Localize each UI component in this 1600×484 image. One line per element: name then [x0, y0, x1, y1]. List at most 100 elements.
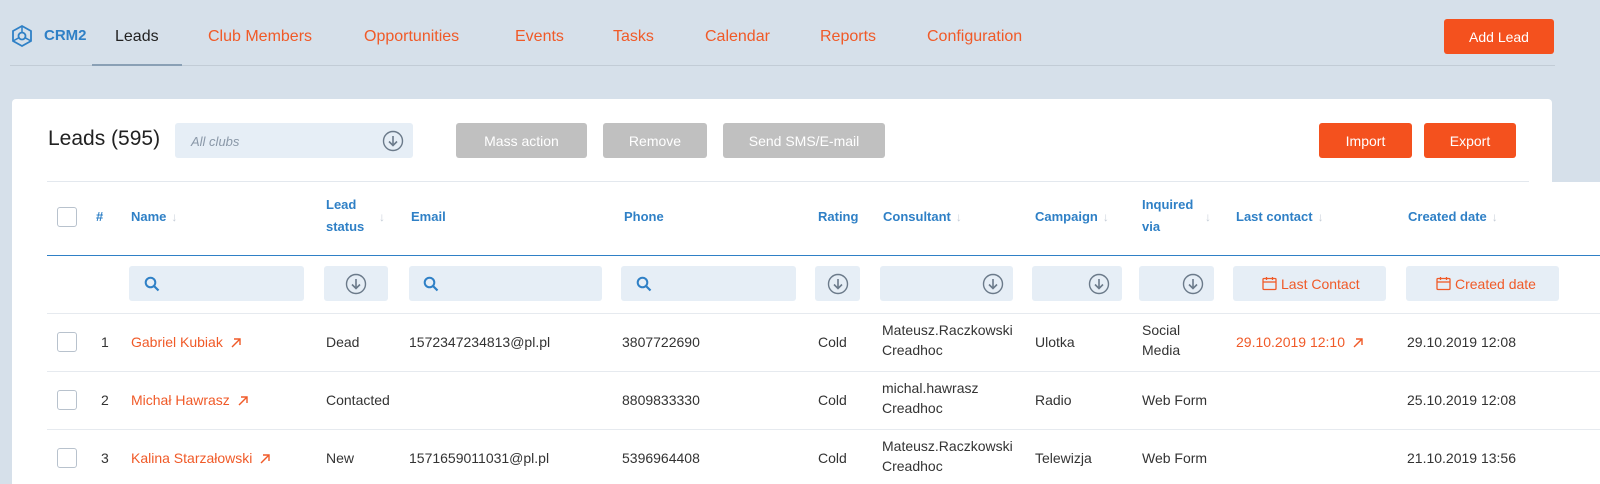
header-name-label: Name	[131, 209, 167, 224]
row-number: 2	[101, 392, 109, 408]
lead-name-link[interactable]: Gabriel Kubiak	[131, 334, 241, 351]
add-lead-button[interactable]: Add Lead	[1444, 19, 1554, 54]
lead-name-link[interactable]: Michał Hawrasz	[131, 392, 248, 409]
select-all-checkbox[interactable]	[57, 207, 77, 227]
header-inquired-line1: Inquired	[1142, 197, 1194, 212]
header-inquired-line2: via	[1142, 219, 1161, 234]
lead-phone: 5396964408	[622, 450, 700, 466]
calendar-icon	[1436, 276, 1451, 296]
nav-configuration[interactable]: Configuration	[927, 28, 1022, 46]
name-search-input[interactable]	[129, 266, 304, 301]
consultant-username: Mateusz.Raczkowski	[882, 438, 1013, 454]
header-name[interactable]: Name ↓	[131, 206, 177, 228]
remove-button[interactable]: Remove	[603, 123, 707, 158]
last-contact-link[interactable]: 29.10.2019 12:10	[1236, 334, 1363, 351]
logo-icon	[10, 24, 34, 53]
header-number: #	[96, 209, 104, 224]
lead-status-filter[interactable]	[324, 266, 388, 301]
sort-arrow-icon: ↓	[1205, 210, 1211, 224]
chevron-down-icon	[982, 273, 1004, 300]
mass-action-button[interactable]: Mass action	[456, 123, 587, 158]
leads-table: # Name ↓ Lead status ↓ Email Phone Rating …	[47, 182, 1600, 484]
lead-inquired-via: Social Media	[1142, 320, 1180, 360]
nav-calendar[interactable]: Calendar	[705, 28, 770, 46]
lead-phone: 8809833330	[622, 392, 700, 408]
chevron-down-icon	[827, 273, 849, 300]
header-consultant-label: Consultant	[883, 209, 951, 224]
header-created-date-label: Created date	[1408, 209, 1487, 224]
consultant-username: michal.hawrasz	[882, 380, 979, 396]
header-inquired-via[interactable]: Inquired via	[1142, 194, 1193, 238]
lead-name: Michał Hawrasz	[131, 392, 230, 408]
inquired-via-line1: Social	[1142, 322, 1181, 338]
header-lead-status-line2: status	[326, 219, 365, 234]
lead-consultant: Mateusz.Raczkowski Creadhoc	[882, 320, 1013, 360]
campaign-filter[interactable]	[1032, 266, 1122, 301]
row-checkbox[interactable]	[57, 448, 77, 468]
app-name: CRM2	[44, 27, 87, 44]
nav-events[interactable]: Events	[515, 28, 564, 46]
consultant-filter[interactable]	[880, 266, 1013, 301]
header-last-contact-label: Last contact	[1236, 209, 1313, 224]
lead-rating: Cold	[818, 334, 847, 350]
lead-email: 1572347234813@pl.pl	[409, 334, 551, 350]
page-title: Leads (595)	[48, 127, 161, 150]
sort-arrow-icon: ↓	[1317, 210, 1324, 224]
app-logo[interactable]: CRM2	[10, 24, 87, 53]
email-search-input[interactable]	[409, 266, 602, 301]
sort-arrow-icon: ↓	[955, 210, 962, 224]
chevron-down-icon	[345, 273, 367, 300]
nav-opportunities[interactable]: Opportunities	[364, 28, 459, 46]
rating-filter[interactable]	[815, 266, 860, 301]
nav-leads[interactable]: Leads	[115, 28, 159, 46]
header-phone[interactable]: Phone	[624, 206, 664, 228]
inquired-via-filter[interactable]	[1139, 266, 1214, 301]
lead-name: Kalina Starzałowski	[131, 450, 253, 466]
sort-arrow-icon: ↓	[379, 210, 385, 224]
lead-consultant: michal.hawrasz Creadhoc	[882, 378, 978, 418]
lead-campaign: Ulotka	[1035, 334, 1075, 350]
header-rating[interactable]: Rating	[818, 206, 858, 228]
nav-reports[interactable]: Reports	[820, 28, 876, 46]
active-tab-indicator	[92, 64, 182, 66]
page-background-edge	[1552, 99, 1600, 183]
external-link-icon	[1353, 335, 1363, 351]
header-last-contact[interactable]: Last contact ↓	[1236, 206, 1324, 228]
lead-status: Contacted	[326, 392, 390, 408]
chevron-down-icon	[1088, 273, 1110, 300]
header-campaign[interactable]: Campaign ↓	[1035, 206, 1109, 228]
export-button[interactable]: Export	[1424, 123, 1516, 158]
import-button[interactable]: Import	[1319, 123, 1412, 158]
lead-status: New	[326, 450, 355, 466]
lead-campaign: Radio	[1035, 392, 1072, 408]
last-contact-filter-label: Last Contact	[1281, 276, 1360, 292]
top-navigation: CRM2 Leads Club Members Opportunities Ev…	[0, 0, 1600, 70]
club-filter-placeholder: All clubs	[191, 134, 240, 149]
header-lead-status[interactable]: Lead status	[326, 194, 364, 238]
header-created-date[interactable]: Created date ↓	[1408, 206, 1498, 228]
external-link-icon	[231, 335, 241, 351]
consultant-company: Creadhoc	[882, 342, 943, 358]
row-number: 1	[101, 334, 109, 350]
header-email[interactable]: Email	[411, 206, 446, 228]
nav-club-members[interactable]: Club Members	[208, 28, 312, 46]
header-consultant[interactable]: Consultant ↓	[883, 206, 962, 228]
lead-name-link[interactable]: Kalina Starzałowski	[131, 450, 271, 467]
nav-divider	[10, 65, 1555, 66]
lead-inquired-via: Web Form	[1142, 392, 1208, 408]
calendar-icon	[1262, 276, 1277, 296]
lead-consultant: Mateusz.Raczkowski Creadhoc	[882, 436, 1013, 476]
row-checkbox[interactable]	[57, 332, 77, 352]
club-filter-select[interactable]: All clubs	[175, 123, 413, 158]
sort-arrow-icon: ↓	[1102, 210, 1109, 224]
phone-search-input[interactable]	[621, 266, 796, 301]
created-date: 29.10.2019 12:08	[1407, 334, 1516, 350]
created-date-filter[interactable]: Created date	[1406, 266, 1559, 301]
external-link-icon	[238, 393, 248, 409]
header-campaign-label: Campaign	[1035, 209, 1098, 224]
send-sms-email-button[interactable]: Send SMS/E-mail	[723, 123, 885, 158]
external-link-icon	[260, 451, 271, 467]
last-contact-date-filter[interactable]: Last Contact	[1233, 266, 1386, 301]
row-checkbox[interactable]	[57, 390, 77, 410]
nav-tasks[interactable]: Tasks	[613, 28, 654, 46]
